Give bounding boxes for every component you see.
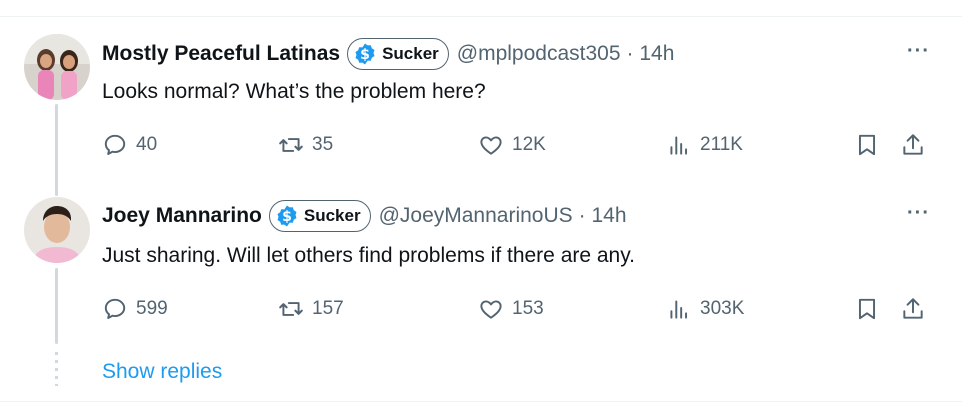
views-count: 303K [700,298,745,319]
retweet-button[interactable]: 35 [278,130,333,160]
reply-button[interactable]: 40 [102,130,157,160]
views-button[interactable]: 303K [666,294,744,324]
reply-button[interactable]: 599 [102,294,168,324]
bottom-divider [0,401,962,402]
views-button[interactable]: 211K [666,130,743,160]
bookmark-button[interactable] [854,294,880,324]
badge-label: Sucker [303,206,361,225]
tweet-header: Joey Mannarino $ Sucker @JoeyMannarinoUS… [102,200,627,232]
avatar[interactable] [24,34,90,100]
thread-dotted-line [55,352,58,386]
tweet-text: Just sharing. Will let others find probl… [102,244,636,267]
show-replies-link[interactable]: Show replies [102,360,222,384]
author-name[interactable]: Joey Mannarino [102,204,262,228]
thread-line [55,268,58,344]
share-icon [903,134,923,155]
retweet-icon [279,302,303,316]
retweet-icon [279,138,303,152]
retweet-count: 35 [312,134,334,155]
heart-icon [480,136,502,155]
action-bar: 599 157 153 303K [102,294,932,324]
like-button[interactable]: 12K [478,130,546,160]
tweet-header: Mostly Peaceful Latinas $ Sucker @mplpod… [102,38,674,70]
reply-icon [104,298,126,319]
verified-badge[interactable]: $ Sucker [347,38,449,70]
more-icon[interactable]: ··· [907,202,930,225]
views-icon [670,136,688,155]
verified-badge[interactable]: $ Sucker [268,200,371,232]
timestamp[interactable]: · 14h [579,204,627,228]
share-button[interactable] [900,294,926,324]
like-button[interactable]: 153 [478,294,544,324]
retweet-count: 157 [312,298,344,319]
action-bar: 40 35 12K 211K [102,130,932,160]
share-button[interactable] [900,130,926,160]
svg-text:$: $ [282,209,292,225]
dollar-badge-icon: $ [275,204,299,228]
avatar[interactable] [24,197,90,263]
bookmark-icon [858,298,876,320]
more-icon[interactable]: ··· [907,40,930,63]
author-handle[interactable]: @mplpodcast305 [457,42,621,66]
badge-label: Sucker [382,44,439,63]
views-icon [670,300,688,319]
top-divider [0,16,962,17]
author-name[interactable]: Mostly Peaceful Latinas [102,42,340,66]
share-icon [903,298,923,319]
svg-text:$: $ [360,47,370,63]
reply-count: 40 [136,134,158,155]
tweet-text: Looks normal? What’s the problem here? [102,80,486,103]
author-handle[interactable]: @JoeyMannarinoUS [379,204,573,228]
heart-icon [480,300,502,319]
views-count: 211K [700,134,743,155]
thread-line [55,104,58,196]
reply-count: 599 [136,298,168,319]
retweet-button[interactable]: 157 [278,294,344,324]
like-count: 153 [512,298,544,319]
reply-icon [104,134,126,155]
timestamp[interactable]: · 14h [627,42,675,66]
like-count: 12K [512,134,546,155]
dollar-badge-icon: $ [353,42,377,66]
bookmark-button[interactable] [854,130,880,160]
bookmark-icon [858,134,876,156]
